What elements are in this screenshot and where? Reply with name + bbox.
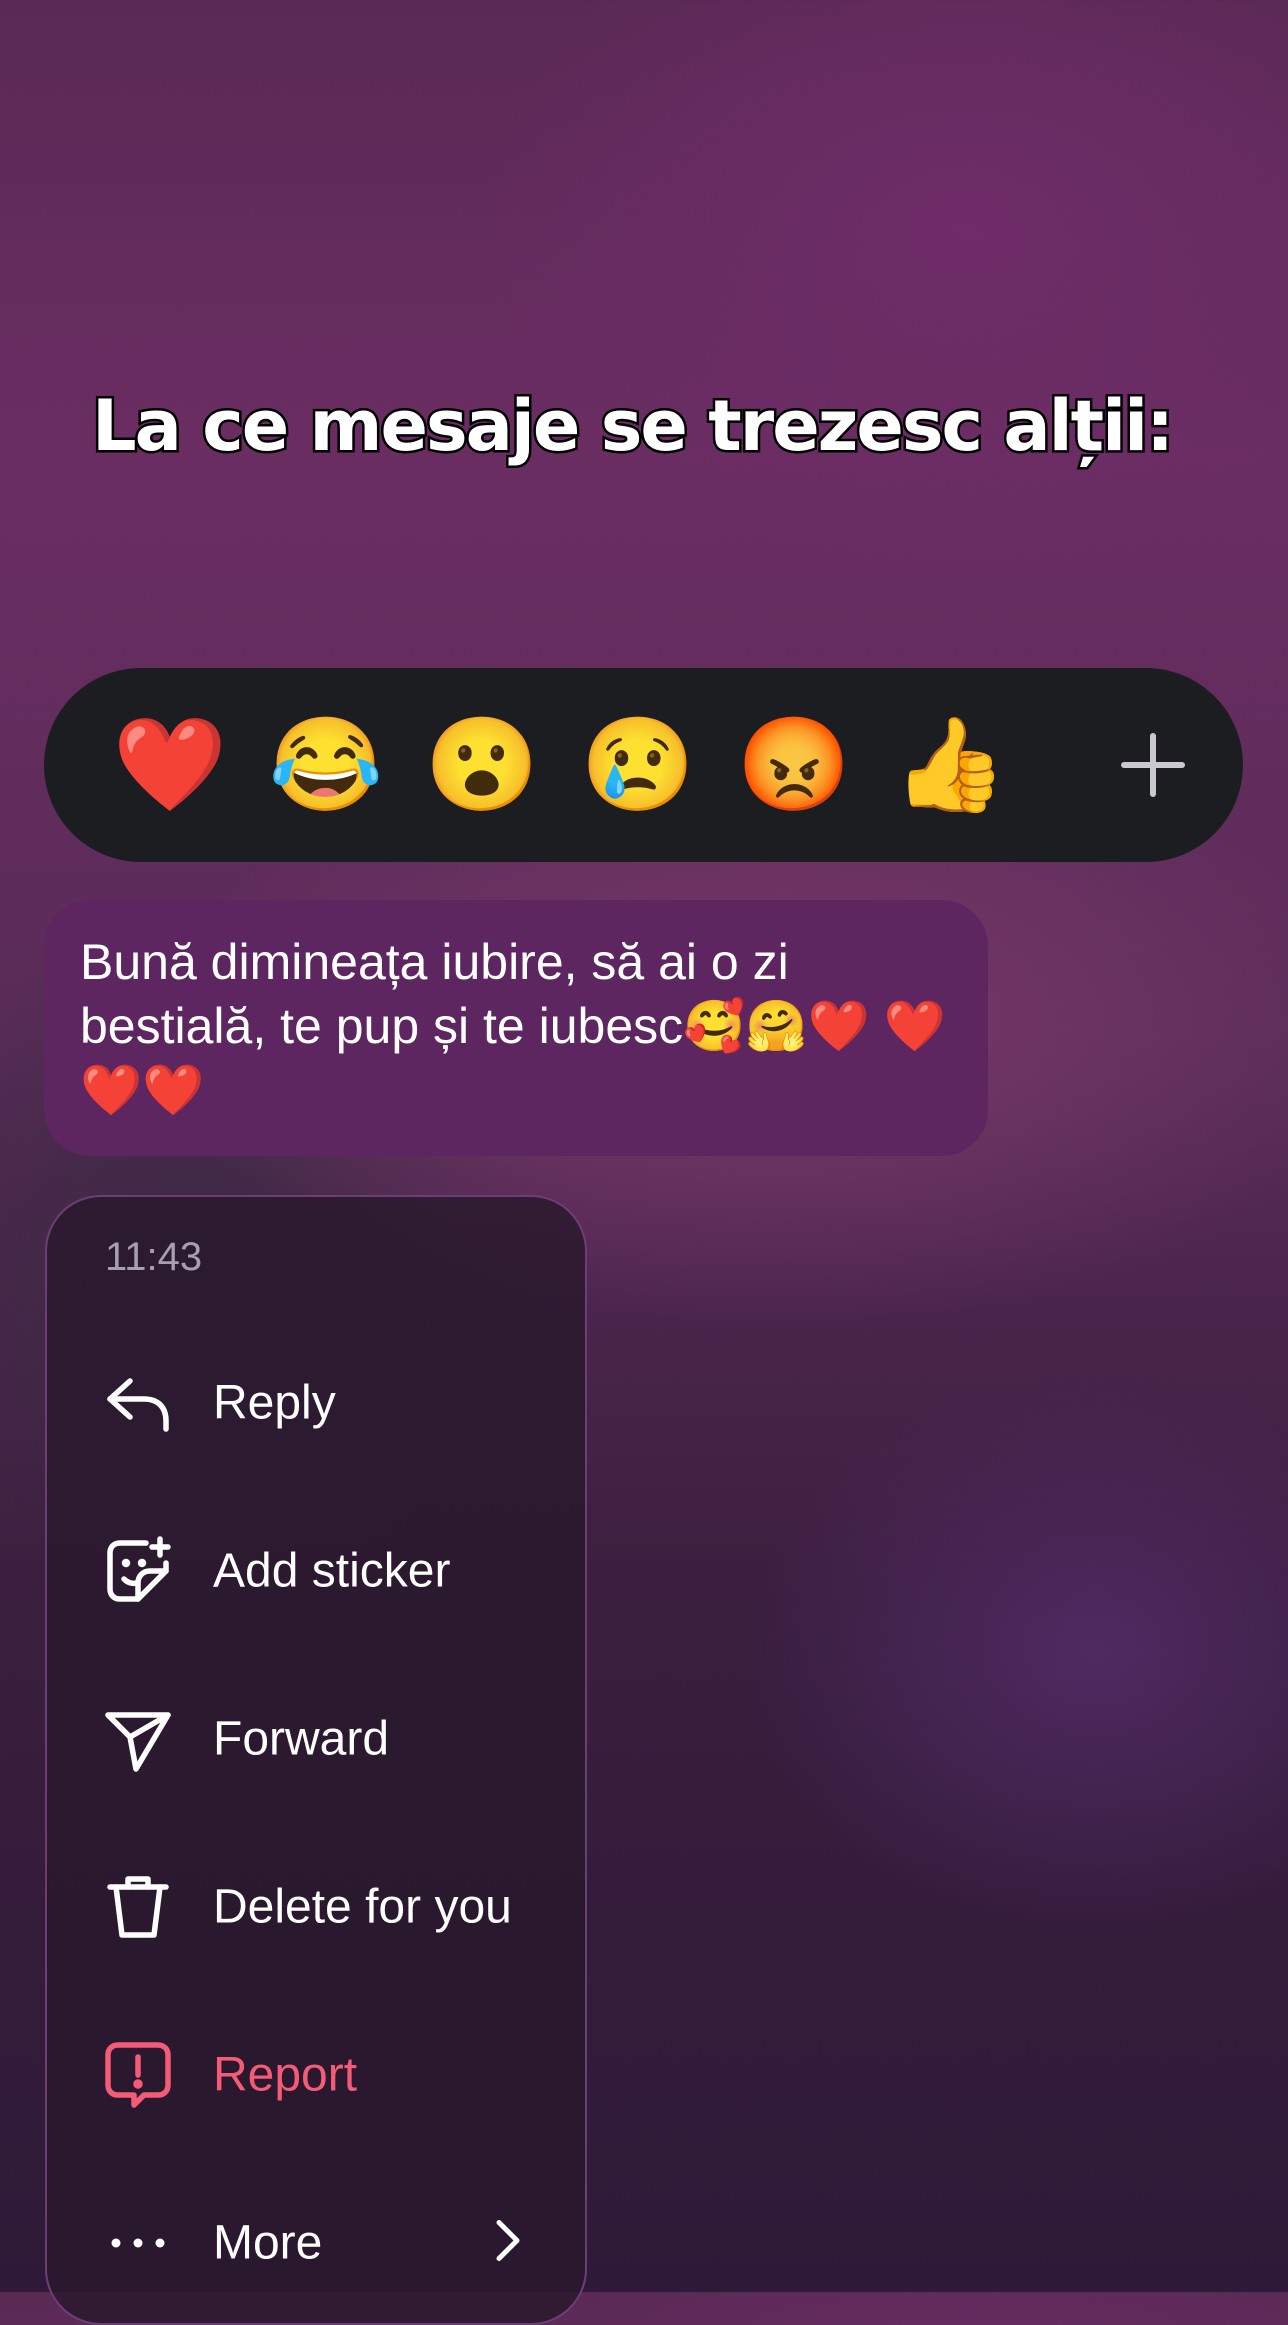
send-icon	[102, 1703, 174, 1775]
menu-item-add-sticker[interactable]: Add sticker	[47, 1516, 587, 1626]
menu-item-more[interactable]: More	[47, 2188, 587, 2298]
menu-label: Forward	[213, 1712, 390, 1766]
reaction-angry[interactable]: 😡	[737, 719, 852, 811]
menu-item-forward[interactable]: Forward	[47, 1684, 587, 1794]
menu-item-delete[interactable]: Delete for you	[47, 1852, 587, 1962]
menu-label: More	[213, 2216, 323, 2270]
more-dots-icon	[102, 2207, 174, 2279]
message-time: 11:43	[105, 1235, 203, 1279]
menu-label: Delete for you	[213, 1880, 512, 1934]
chevron-right-icon	[487, 2217, 527, 2270]
menu-label: Report	[213, 2048, 358, 2102]
reaction-bar: ❤️ 😂 😮 😢 😡 👍	[44, 668, 1243, 862]
reaction-sad[interactable]: 😢	[581, 719, 696, 811]
menu-label: Reply	[213, 1376, 336, 1430]
trash-icon	[102, 1871, 174, 1943]
reaction-wow[interactable]: 😮	[425, 719, 540, 811]
menu-label: Add sticker	[213, 1544, 451, 1598]
reply-icon	[102, 1367, 174, 1439]
reaction-laugh[interactable]: 😂	[269, 719, 384, 811]
plus-icon[interactable]	[1121, 733, 1185, 797]
reaction-heart[interactable]: ❤️	[113, 719, 228, 811]
reaction-thumbs-up[interactable]: 👍	[893, 719, 1008, 811]
overlay-caption: La ce mesaje se trezesc alții:	[90, 383, 1177, 470]
message-bubble[interactable]: Bună dimineața iubire, să ai o zi bestia…	[44, 900, 988, 1156]
sticker-add-icon	[102, 1535, 174, 1607]
menu-item-reply[interactable]: Reply	[47, 1348, 587, 1458]
report-icon	[102, 2039, 174, 2111]
context-menu: 11:43 Reply Add sticker Forward Delete f…	[45, 1195, 587, 2325]
menu-item-report[interactable]: Report	[47, 2020, 587, 2130]
